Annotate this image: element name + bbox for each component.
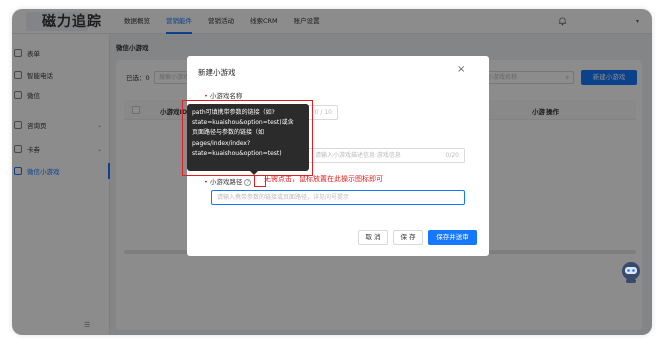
- description-char-counter: 0/20: [445, 152, 459, 159]
- path-field-label: • 小游戏路径?: [204, 176, 252, 186]
- path-input[interactable]: 请输入携带参数的链接或页面路径，详见问号提示: [211, 190, 465, 205]
- name-char-counter: 0 / 10: [314, 109, 332, 116]
- tooltip-highlight: [182, 100, 313, 176]
- modal-title: 新建小游戏: [198, 68, 236, 77]
- description-placeholder: 请输入小游戏描述信息·游戏信息: [315, 152, 401, 159]
- save-button[interactable]: 保 存: [393, 230, 423, 245]
- name-field-label: • 小游戏名称: [204, 92, 243, 100]
- robot-assistant-icon[interactable]: [620, 260, 642, 284]
- app-window: 磁力追踪 数据概览 营销能件 营销活动 线索CRM 账户设置 ▾ 表单 智能电话…: [12, 9, 652, 335]
- close-icon[interactable]: ×: [457, 64, 465, 75]
- save-and-submit-button[interactable]: 保存并送审: [428, 230, 477, 245]
- question-mark-icon[interactable]: ?: [244, 178, 252, 186]
- cancel-button[interactable]: 取 消: [358, 230, 388, 245]
